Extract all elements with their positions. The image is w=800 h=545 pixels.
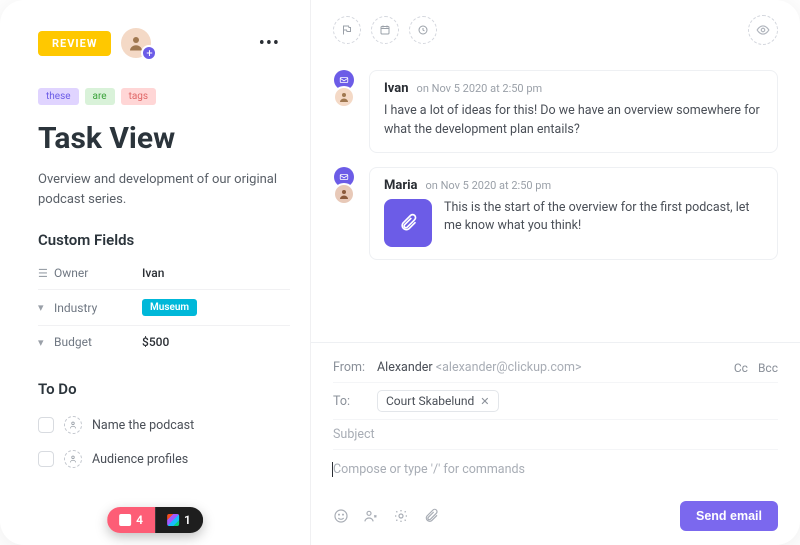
cf-budget-row: ▾ Budget $500 <box>38 325 290 358</box>
task-detail-panel: REVIEW + ••• these are tags Task View Ov… <box>0 0 310 545</box>
calendar-icon[interactable] <box>371 16 399 44</box>
subject-input[interactable]: Subject <box>333 427 375 442</box>
emoji-icon[interactable] <box>333 508 349 524</box>
tag[interactable]: tags <box>121 88 157 105</box>
cf-label: Industry <box>54 301 142 315</box>
cf-value[interactable]: Ivan <box>142 266 164 280</box>
todo-label: Name the podcast <box>92 418 194 433</box>
dropdown-field-icon: ▾ <box>38 336 54 349</box>
checkbox[interactable] <box>38 451 54 467</box>
comment-avatar[interactable] <box>333 183 355 205</box>
cf-value[interactable]: $500 <box>142 335 169 349</box>
from-label: From: <box>333 360 377 375</box>
comment-timestamp: on Nov 5 2020 at 2:50 pm <box>417 82 543 95</box>
comment-text: This is the start of the overview for th… <box>444 199 763 247</box>
mention-icon[interactable] <box>363 508 379 524</box>
cc-button[interactable]: Cc <box>734 361 748 375</box>
body-input[interactable]: Compose or type '/' for commands <box>333 450 778 497</box>
email-composer: From: Alexander <alexander@clickup.com> … <box>311 342 800 545</box>
activity-panel: Ivan on Nov 5 2020 at 2:50 pm I have a lo… <box>310 0 800 545</box>
comment-author: Ivan <box>384 81 409 96</box>
tag[interactable]: are <box>85 88 115 105</box>
assign-icon[interactable] <box>64 416 82 434</box>
pill-red[interactable]: 4 <box>107 507 155 533</box>
bcc-button[interactable]: Bcc <box>758 361 778 375</box>
status-badge[interactable]: REVIEW <box>38 31 111 56</box>
figma-icon <box>167 514 179 526</box>
assignee-avatar[interactable]: + <box>121 28 151 58</box>
watch-icon[interactable] <box>748 15 778 45</box>
comment-author: Maria <box>384 178 418 193</box>
remove-recipient-icon[interactable]: ✕ <box>480 395 489 408</box>
checkbox[interactable] <box>38 417 54 433</box>
attachment-icon[interactable] <box>423 508 439 524</box>
cf-label: Owner <box>54 266 142 280</box>
app-icon <box>119 514 131 526</box>
recipient-chip[interactable]: Court Skabelund✕ <box>377 390 499 412</box>
cf-industry-row: ▾ Industry Museum <box>38 289 290 325</box>
todo-heading: To Do <box>38 380 290 398</box>
flag-icon[interactable] <box>333 16 361 44</box>
tag-list: these are tags <box>38 88 290 105</box>
dropdown-field-icon: ▾ <box>38 301 54 314</box>
send-email-button[interactable]: Send email <box>680 501 778 531</box>
clock-icon[interactable] <box>409 16 437 44</box>
pill-figma[interactable]: 1 <box>155 507 203 533</box>
todo-label: Audience profiles <box>92 452 188 467</box>
add-assignee-icon[interactable]: + <box>141 45 157 61</box>
attachment-icon[interactable] <box>384 199 432 247</box>
todo-item[interactable]: Audience profiles <box>38 442 290 476</box>
settings-icon[interactable] <box>393 508 409 524</box>
comment-avatar[interactable] <box>333 86 355 108</box>
integration-pills[interactable]: 4 1 <box>107 507 203 533</box>
comment: Maria on Nov 5 2020 at 2:50 pm This is th… <box>329 167 778 260</box>
comment: Ivan on Nov 5 2020 at 2:50 pm I have a lo… <box>329 70 778 153</box>
tag[interactable]: these <box>38 88 79 105</box>
task-description[interactable]: Overview and development of our original… <box>38 170 290 209</box>
from-value[interactable]: Alexander <alexander@clickup.com> <box>377 360 582 375</box>
text-field-icon: ☰ <box>38 267 54 280</box>
task-title[interactable]: Task View <box>38 121 290 156</box>
todo-item[interactable]: Name the podcast <box>38 408 290 442</box>
custom-fields-heading: Custom Fields <box>38 231 290 249</box>
to-label: To: <box>333 394 377 409</box>
cf-label: Budget <box>54 335 142 349</box>
comment-text: I have a lot of ideas for this! Do we ha… <box>384 102 763 140</box>
assign-icon[interactable] <box>64 450 82 468</box>
cf-owner-row: ☰ Owner Ivan <box>38 257 290 289</box>
more-menu-icon[interactable]: ••• <box>259 33 280 54</box>
cf-value-chip[interactable]: Museum <box>142 299 197 316</box>
comment-timestamp: on Nov 5 2020 at 2:50 pm <box>426 179 552 192</box>
